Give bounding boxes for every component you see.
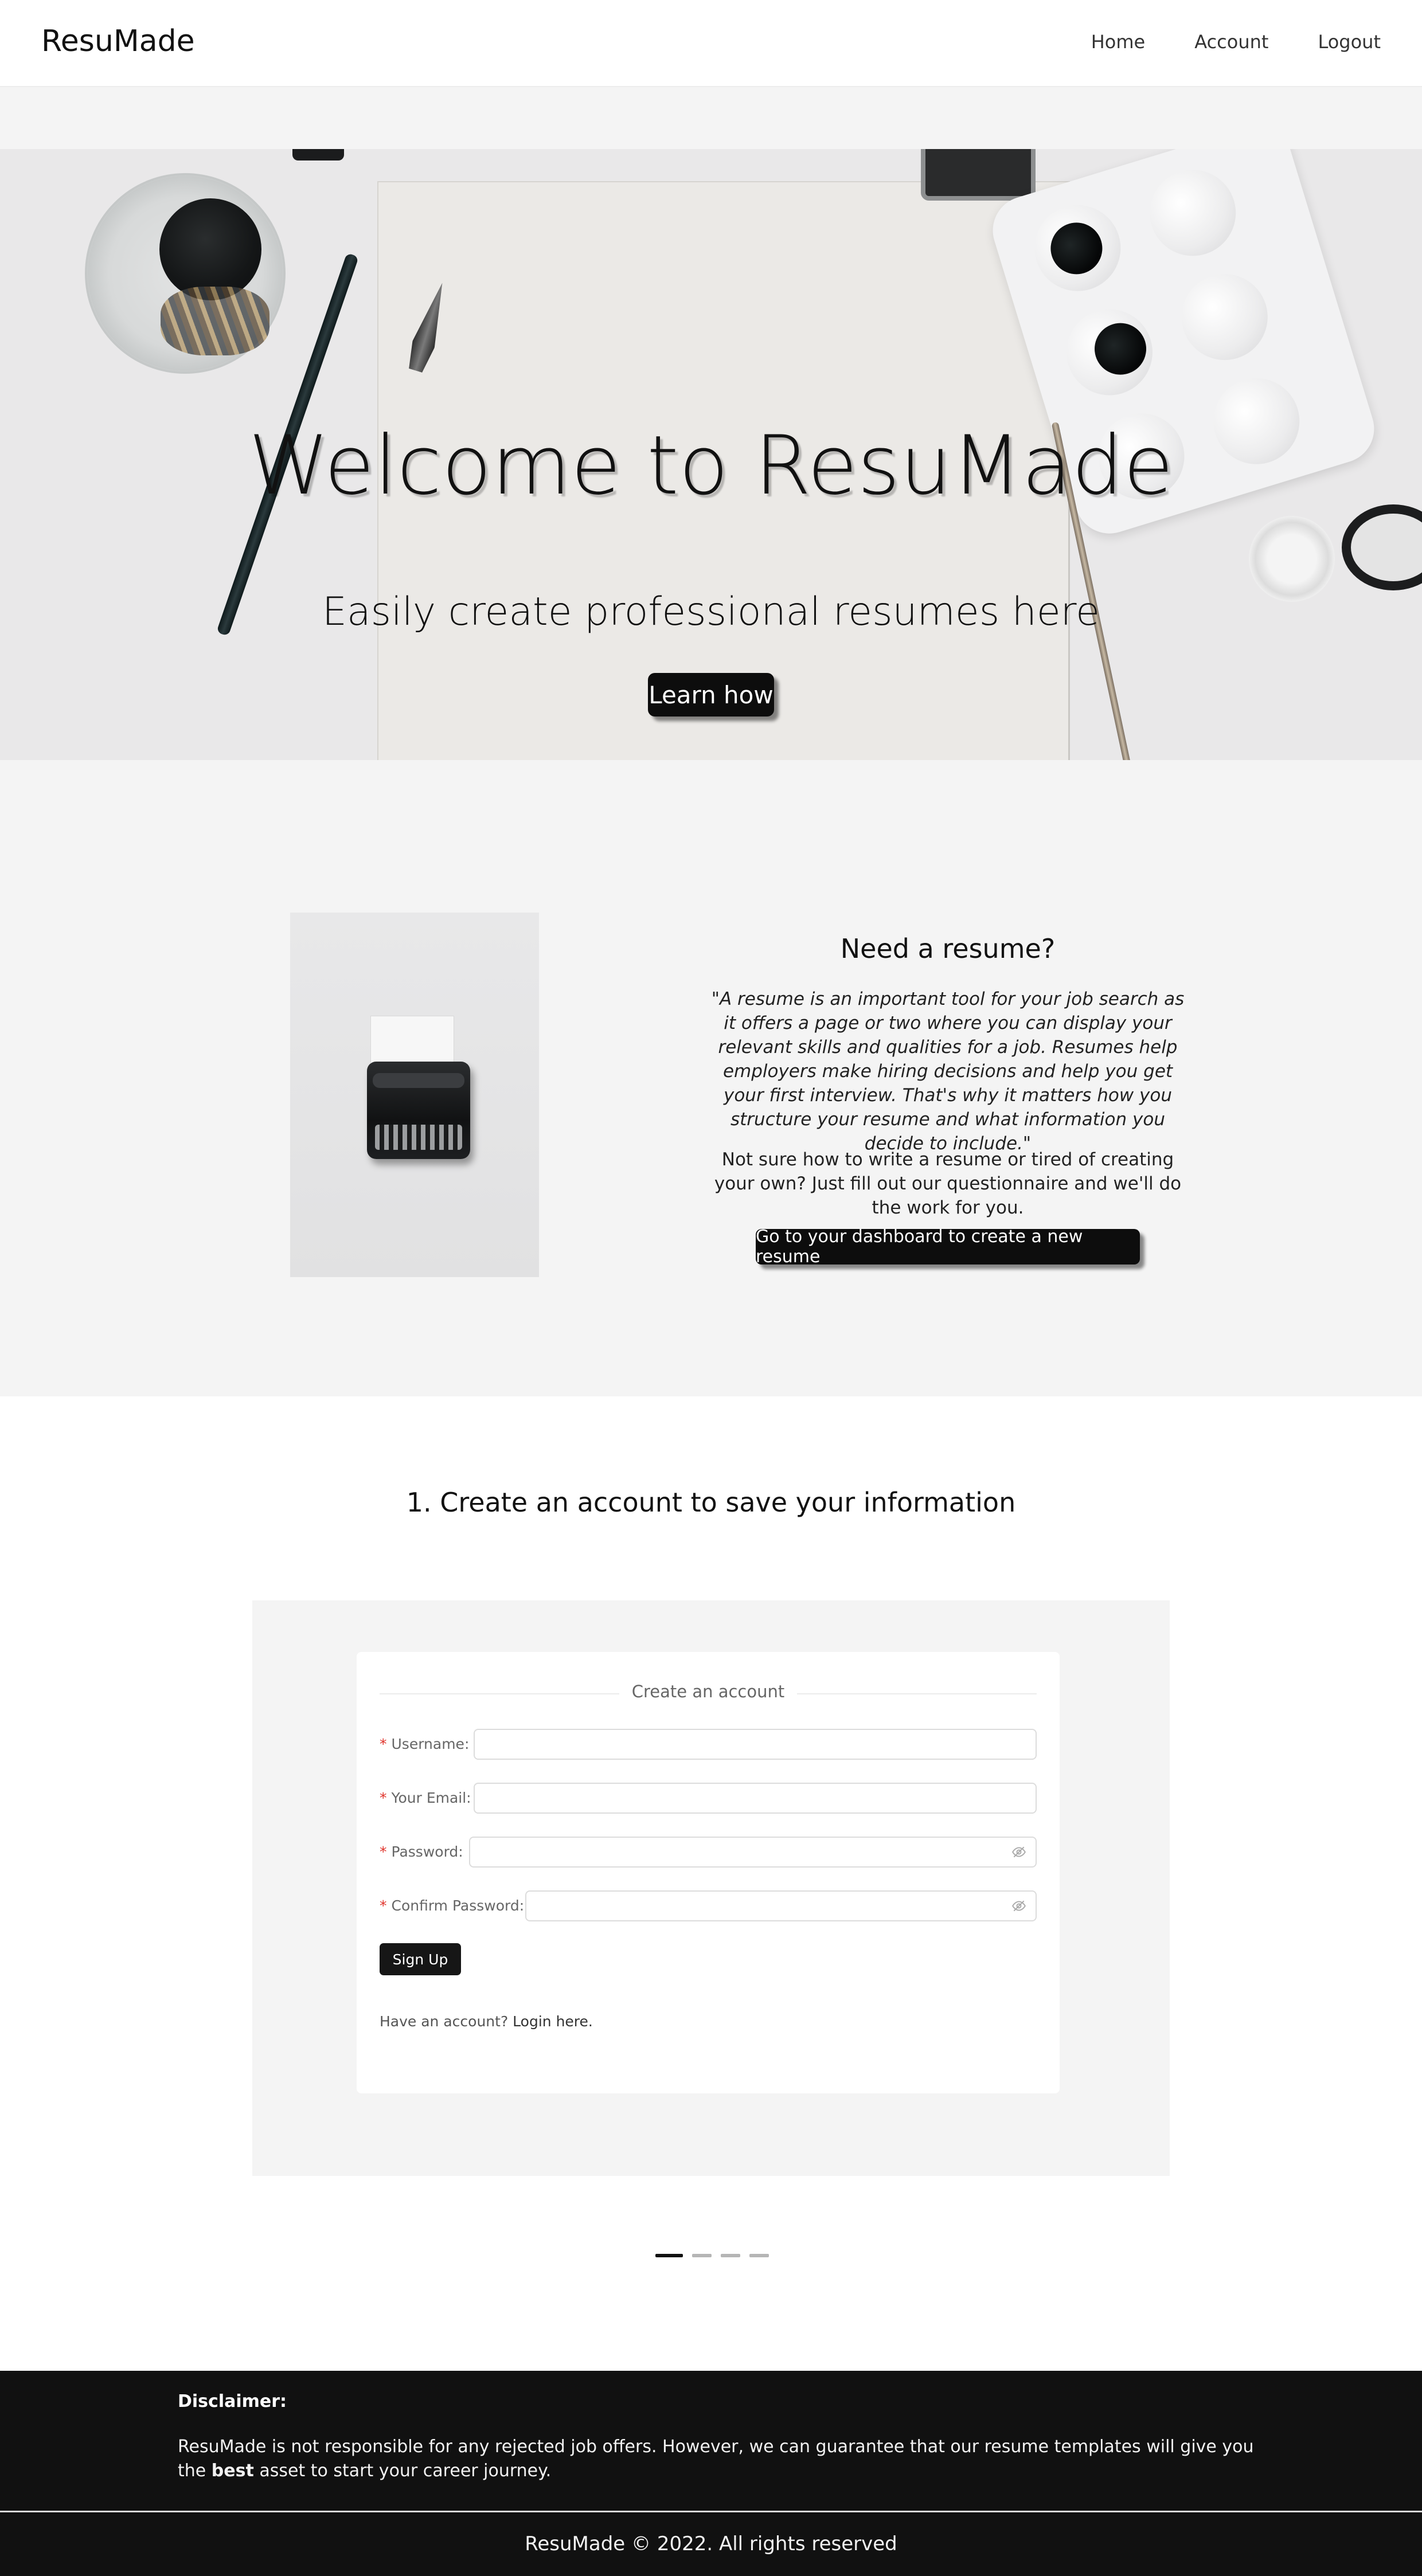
palette-well <box>1171 263 1279 371</box>
confirm-password-input[interactable] <box>525 1890 1037 1921</box>
info-text: Not sure how to write a resume or tired … <box>714 1149 1182 1218</box>
brand-logo[interactable]: ResuMade <box>41 24 195 58</box>
email-row: * Your Email: <box>380 1783 1037 1815</box>
email-label: * Your Email: <box>380 1790 471 1806</box>
disclaimer-text: ResuMade is not responsible for any reje… <box>178 2435 1256 2483</box>
confirm-password-label: * Confirm Password: <box>380 1897 524 1914</box>
info-quote: "A resume is an important tool for your … <box>711 989 1185 1154</box>
carousel-slide: Create an account * Username: * Your Email… <box>252 1600 1170 2176</box>
email-label-text: Your Email: <box>391 1790 471 1806</box>
password-input[interactable] <box>469 1837 1037 1868</box>
confirm-password-label-text: Confirm Password: <box>391 1897 525 1914</box>
nav-links: Home Account Logout <box>1091 31 1381 53</box>
login-prompt-text: Have an account? <box>380 2013 509 2030</box>
info-section: Need a resume? "A resume is an important… <box>0 760 1422 1396</box>
password-label: * Password: <box>380 1843 463 1860</box>
confirm-password-row: * Confirm Password: <box>380 1890 1037 1923</box>
disclaimer-text-end: asset to start your career journey. <box>253 2461 552 2481</box>
palette-well <box>1139 159 1247 267</box>
username-label: * Username: <box>380 1736 469 1752</box>
required-mark: * <box>380 1736 387 1752</box>
required-mark: * <box>380 1897 387 1914</box>
carousel-dot[interactable] <box>655 2254 683 2257</box>
form-legend-text: Create an account <box>619 1682 798 1701</box>
typewriter-photo <box>290 913 539 1277</box>
disclaimer-title: Disclaimer: <box>178 2391 287 2411</box>
black-ring-image <box>1342 504 1422 590</box>
footer-divider <box>0 2511 1422 2512</box>
copyright: ResuMade © 2022. All rights reserved <box>525 2532 897 2555</box>
password-row: * Password: <box>380 1837 1037 1869</box>
carousel-indicators <box>655 2254 769 2257</box>
typewriter-roller <box>373 1073 464 1088</box>
form-legend: Create an account <box>357 1682 1060 1701</box>
username-label-text: Username: <box>391 1736 470 1752</box>
nav-link-logout[interactable]: Logout <box>1318 31 1381 53</box>
eye-off-icon[interactable] <box>1011 1898 1026 1913</box>
hero-section: Welcome to ResuMade Easily create profes… <box>0 149 1422 760</box>
spacer-band <box>0 87 1422 149</box>
eye-off-icon[interactable] <box>1011 1845 1026 1859</box>
carousel-dot[interactable] <box>721 2254 740 2257</box>
typewriter-keys <box>375 1125 462 1150</box>
pen-nibs-image <box>161 287 269 355</box>
nav-link-account[interactable]: Account <box>1194 31 1268 53</box>
disclaimer-text-bold: best <box>211 2461 254 2481</box>
ink-bottle-image <box>921 149 1036 201</box>
sign-up-button[interactable]: Sign Up <box>380 1943 461 1975</box>
login-prompt: Have an account? Login here. <box>380 2013 593 2030</box>
navbar: ResuMade Home Account Logout <box>0 0 1422 87</box>
username-input[interactable] <box>474 1729 1037 1760</box>
typewriter-body <box>367 1062 470 1159</box>
ink-pot-image <box>159 198 261 300</box>
username-row: * Username: <box>380 1729 1037 1761</box>
ink-bottle-image <box>292 149 344 160</box>
hero-title: Welcome to ResuMade <box>248 418 1174 513</box>
email-input[interactable] <box>474 1783 1037 1814</box>
signup-card: Create an account * Username: * Your Email… <box>357 1652 1060 2093</box>
hero-subtitle: Easily create professional resumes here <box>322 589 1100 635</box>
login-link[interactable]: Login here. <box>513 2013 593 2030</box>
footer: Disclaimer: ResuMade is not responsible … <box>0 2371 1422 2576</box>
step-title: 1. Create an account to save your inform… <box>406 1487 1016 1518</box>
carousel-dot[interactable] <box>692 2254 712 2257</box>
password-label-text: Password: <box>391 1843 463 1860</box>
dashboard-button[interactable]: Go to your dashboard to create a new res… <box>756 1227 1140 1267</box>
carousel-dot[interactable] <box>749 2254 769 2257</box>
nav-link-home[interactable]: Home <box>1091 31 1146 53</box>
learn-how-button[interactable]: Learn how <box>648 673 774 717</box>
info-title: Need a resume? <box>840 933 1056 964</box>
required-mark: * <box>380 1843 387 1860</box>
required-mark: * <box>380 1790 387 1806</box>
